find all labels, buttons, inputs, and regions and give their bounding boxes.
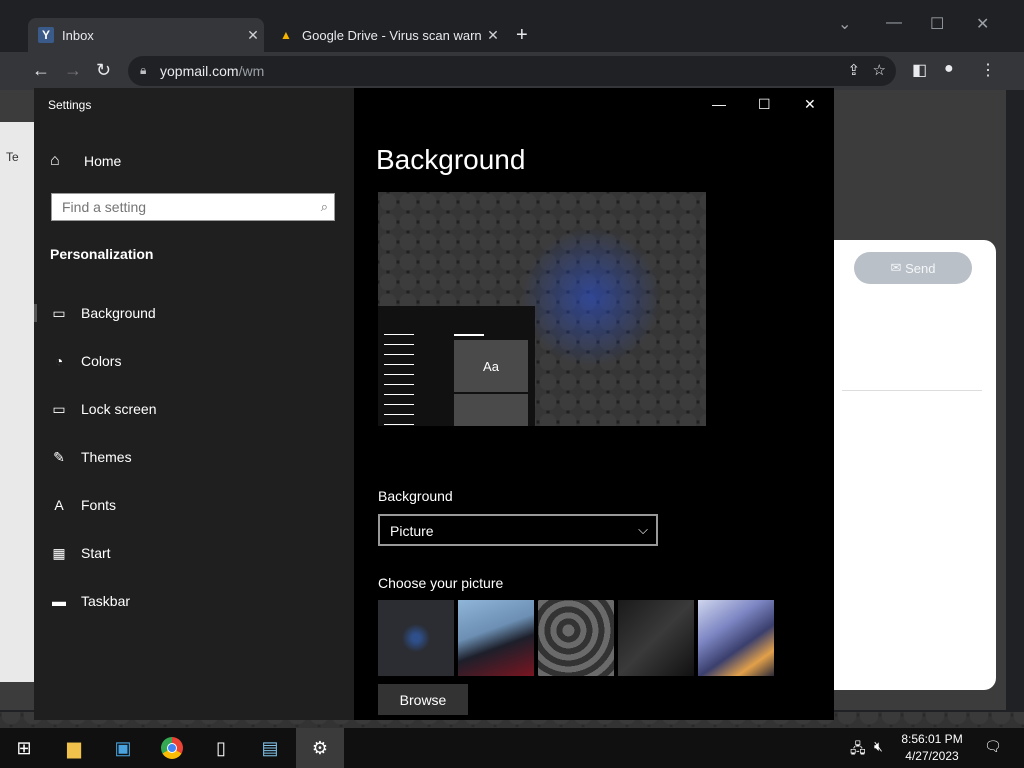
nav-item-label: Themes	[81, 449, 132, 465]
settings-content: Background Aa Background Picture ⌵ Choos…	[354, 88, 834, 720]
preview-start-menu: Aa	[378, 306, 535, 426]
search-input[interactable]	[52, 194, 322, 220]
settings-window: Settings ⌂ Home ⌕ Personalization ▭ Back…	[34, 88, 834, 720]
document-icon[interactable]: ▯	[197, 728, 245, 768]
preview-tile: Aa	[454, 340, 528, 392]
profile-icon[interactable]: ●	[944, 60, 954, 78]
section-title: Personalization	[50, 246, 154, 262]
picture-thumbnail[interactable]	[618, 600, 694, 676]
background-dropdown-value: Picture	[390, 523, 434, 539]
nav-item-lock-screen[interactable]: ▭ Lock screen	[34, 389, 354, 429]
nav-item-fonts[interactable]: A Fonts	[34, 485, 354, 525]
picture-thumbnail[interactable]	[458, 600, 534, 676]
windows-start-icon[interactable]: ⊞	[0, 728, 48, 768]
preview-bar	[454, 334, 484, 336]
volume-muted-icon[interactable]: 🔇︎	[874, 738, 883, 755]
clock[interactable]: 8:56:01 PM 4/27/2023	[892, 731, 972, 765]
maximize-icon[interactable]: ☐	[930, 14, 944, 34]
page-left-text: Te	[6, 150, 19, 164]
taskbar: ⊞ ▆ ▣ ▯ ▤ ⚙ 🖧︎ 🔇︎ 8:56:01 PM 4/27/2023 🗨…	[0, 728, 1024, 768]
compose-card: ✉ Send	[832, 240, 996, 690]
nav-item-taskbar[interactable]: ▬ Taskbar	[34, 581, 354, 621]
url-text: yopmail.com/wm	[160, 63, 265, 79]
nav-item-background[interactable]: ▭ Background	[34, 293, 354, 333]
picture-thumbnails	[378, 600, 774, 676]
lock-icon: 🔒︎	[140, 63, 147, 77]
background-dropdown[interactable]: Picture ⌵	[378, 514, 658, 546]
tab-google-drive[interactable]: ▲ Google Drive - Virus scan warnin ✕	[268, 18, 504, 52]
preview-tile-small	[454, 394, 528, 426]
picture-thumbnail[interactable]	[698, 600, 774, 676]
background-label: Background	[378, 488, 453, 504]
themes-icon: ✎	[53, 448, 65, 465]
network-icon[interactable]: 🖧︎	[850, 738, 866, 762]
tab-inbox[interactable]: Y Inbox ✕	[28, 18, 264, 52]
palette-icon: ◔	[54, 353, 64, 369]
home-icon: ⌂	[50, 152, 60, 169]
close-icon[interactable]: ✕	[976, 14, 989, 34]
minimize-icon[interactable]: —	[886, 14, 902, 32]
send-label: Send	[905, 260, 936, 276]
chrome-icon[interactable]	[148, 728, 196, 768]
nav-item-label: Taskbar	[81, 593, 131, 609]
side-panel-icon[interactable]: ◧	[912, 60, 927, 80]
nav-item-start[interactable]: ▦ Start	[34, 533, 354, 573]
tab-strip: Y Inbox ✕ ▲ Google Drive - Virus scan wa…	[0, 0, 1024, 52]
chevron-down-icon: ⌵	[638, 522, 648, 537]
search-box[interactable]: ⌕	[51, 193, 335, 221]
home-link[interactable]: ⌂ Home	[50, 152, 121, 170]
page-left-panel	[0, 122, 34, 682]
browse-button[interactable]: Browse	[378, 684, 468, 715]
picture-thumbnail[interactable]	[378, 600, 454, 676]
lock-screen-icon: ▭	[52, 400, 66, 417]
reload-icon[interactable]: ↻	[96, 60, 111, 81]
address-bar[interactable]: 🔒︎ yopmail.com/wm ⇪ ☆	[128, 56, 896, 86]
choose-picture-label: Choose your picture	[378, 575, 504, 591]
share-icon[interactable]: ⇪ ☆	[847, 61, 886, 79]
clock-date: 4/27/2023	[905, 749, 959, 763]
tab-close-icon[interactable]: ✕	[482, 27, 504, 44]
fonts-icon: A	[54, 497, 64, 513]
tab-title: Google Drive - Virus scan warnin	[302, 27, 482, 43]
picture-thumbnail[interactable]	[538, 600, 614, 676]
nav-item-label: Lock screen	[81, 401, 157, 417]
tab-search-icon[interactable]: ⌄	[838, 14, 851, 34]
nav-item-label: Start	[81, 545, 111, 561]
home-label: Home	[84, 153, 122, 169]
new-tab-button[interactable]: +	[516, 24, 528, 47]
divider	[842, 390, 982, 391]
google-drive-favicon-icon: ▲	[280, 28, 292, 42]
menu-icon[interactable]: ⋮	[980, 60, 996, 80]
file-explorer-icon[interactable]: ▆	[50, 728, 98, 768]
background-preview: Aa	[378, 192, 706, 426]
tab-close-icon[interactable]: ✕	[242, 27, 264, 44]
page-title: Background	[376, 144, 526, 175]
notifications-icon[interactable]: 🗨︎	[984, 738, 1002, 755]
search-icon: ⌕	[320, 199, 328, 214]
nav-item-colors[interactable]: ◔ Colors	[34, 341, 354, 381]
control-panel-icon[interactable]: ▤	[246, 728, 294, 768]
store-icon[interactable]: ▣	[99, 728, 147, 768]
clock-time: 8:56:01 PM	[901, 732, 963, 746]
back-icon[interactable]: ←	[32, 60, 50, 81]
browser-toolbar: ← → ↻ 🔒︎ yopmail.com/wm ⇪ ☆ ◧ ● ⋮	[0, 52, 1024, 90]
yopmail-favicon-icon: Y	[38, 27, 54, 43]
picture-icon: ▭	[52, 304, 66, 321]
nav-item-label: Fonts	[81, 497, 117, 513]
preview-list-lines	[384, 334, 414, 426]
nav-item-label: Background	[81, 305, 156, 321]
taskbar-icon: ▬	[52, 593, 66, 609]
start-icon: ▦	[52, 544, 66, 561]
settings-nav: Settings ⌂ Home ⌕ Personalization ▭ Back…	[34, 88, 354, 720]
forward-icon[interactable]: →	[64, 60, 82, 81]
nav-item-themes[interactable]: ✎ Themes	[34, 437, 354, 477]
nav-item-label: Colors	[81, 353, 122, 369]
app-title: Settings	[48, 98, 92, 112]
send-button[interactable]: ✉ Send	[854, 252, 972, 284]
tab-title: Inbox	[62, 27, 94, 43]
settings-gear-icon[interactable]: ⚙	[296, 728, 344, 768]
